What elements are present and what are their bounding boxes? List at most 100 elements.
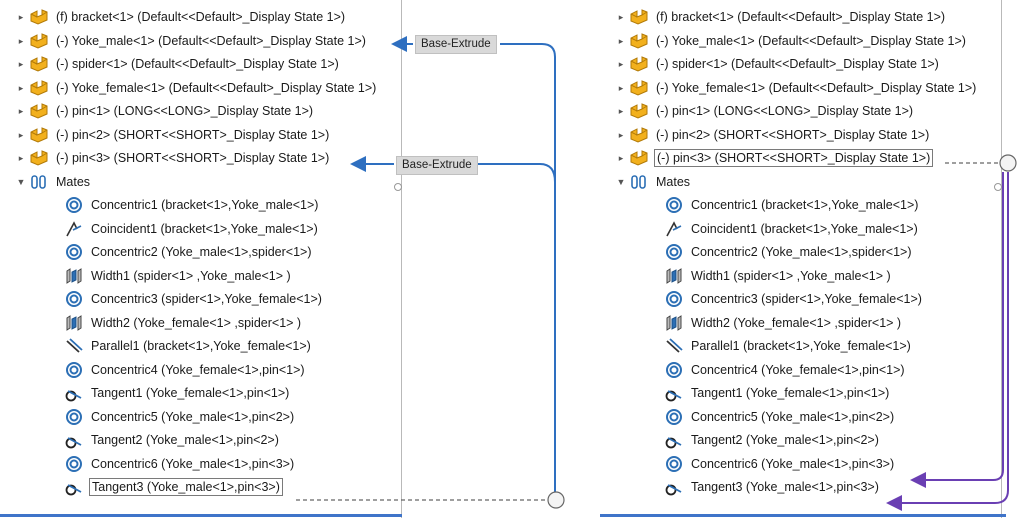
expand-arrow-icon[interactable]: ▸ xyxy=(14,36,28,47)
mate-item[interactable]: Width2 (Yoke_female<1> ,spider<1> ) xyxy=(49,312,303,334)
expand-arrow-icon[interactable]: ▸ xyxy=(14,83,28,94)
mate-item[interactable]: Concentric4 (Yoke_female<1>,pin<1>) xyxy=(49,359,307,381)
component-item[interactable]: ▸ (-) pin<2> (SHORT<<SHORT>_Display State… xyxy=(14,124,331,146)
mate-item[interactable]: Concentric3 (spider<1>,Yoke_female<1>) xyxy=(49,288,324,310)
mate-item[interactable]: Tangent1 (Yoke_female<1>,pin<1>) xyxy=(649,382,891,404)
expand-arrow-icon[interactable]: ▸ xyxy=(614,36,628,47)
scroll-handle[interactable] xyxy=(994,183,1002,191)
mate-item[interactable]: Width2 (Yoke_female<1> ,spider<1> ) xyxy=(649,312,903,334)
part-icon xyxy=(28,102,50,120)
mate-item[interactable]: Parallel1 (bracket<1>,Yoke_female<1>) xyxy=(49,335,313,357)
collapse-arrow-icon[interactable]: ▼ xyxy=(14,177,28,187)
mate-item[interactable]: Coincident1 (bracket<1>,Yoke_male<1>) xyxy=(49,218,320,240)
mate-item[interactable]: Concentric6 (Yoke_male<1>,pin<3>) xyxy=(649,453,896,475)
mate-item[interactable]: Concentric1 (bracket<1>,Yoke_male<1>) xyxy=(649,194,920,216)
part-icon xyxy=(28,32,50,50)
concentric-icon xyxy=(663,455,685,473)
concentric-icon xyxy=(663,361,685,379)
mate-item[interactable]: Concentric2 (Yoke_male<1>,spider<1>) xyxy=(649,241,914,263)
component-item[interactable]: ▸ (-) pin<2> (SHORT<<SHORT>_Display State… xyxy=(614,124,931,146)
folder-icon xyxy=(628,173,650,191)
coincident-icon xyxy=(63,220,85,238)
width-icon xyxy=(63,267,85,285)
tree-item-label: (-) Yoke_male<1> (Default<<Default>_Disp… xyxy=(56,34,366,48)
component-item[interactable]: ▸ (-) pin<3> (SHORT<<SHORT>_Display State… xyxy=(614,147,934,169)
scroll-handle[interactable] xyxy=(394,183,402,191)
tree-item-label: Concentric5 (Yoke_male<1>,pin<2>) xyxy=(691,410,895,424)
collapse-arrow-icon[interactable]: ▼ xyxy=(614,177,628,187)
expand-arrow-icon[interactable]: ▸ xyxy=(14,59,28,70)
component-item[interactable]: ▸ (f) bracket<1> (Default<<Default>_Displ… xyxy=(14,6,347,28)
expand-arrow-icon[interactable]: ▸ xyxy=(614,106,628,117)
tree-item-label: Tangent2 (Yoke_male<1>,pin<2>) xyxy=(91,433,279,447)
mate-item[interactable]: Coincident1 (bracket<1>,Yoke_male<1>) xyxy=(649,218,920,240)
mates-folder[interactable]: ▼ Mates xyxy=(614,171,692,193)
mate-item[interactable]: Concentric2 (Yoke_male<1>,spider<1>) xyxy=(49,241,314,263)
tree-item-label: (-) Yoke_female<1> (Default<<Default>_Di… xyxy=(656,81,977,95)
mate-item[interactable]: Tangent3 (Yoke_male<1>,pin<3>) xyxy=(649,476,881,498)
component-item[interactable]: ▸ (-) pin<1> (LONG<<LONG>_Display State 1… xyxy=(614,100,915,122)
mate-item[interactable]: Concentric5 (Yoke_male<1>,pin<2>) xyxy=(649,406,896,428)
mate-item[interactable]: Concentric5 (Yoke_male<1>,pin<2>) xyxy=(49,406,296,428)
mate-item[interactable]: Concentric4 (Yoke_female<1>,pin<1>) xyxy=(649,359,907,381)
tree-item-label: (-) pin<2> (SHORT<<SHORT>_Display State … xyxy=(656,128,930,142)
mate-item[interactable]: Concentric3 (spider<1>,Yoke_female<1>) xyxy=(649,288,924,310)
part-icon xyxy=(628,79,650,97)
mate-item[interactable]: Width1 (spider<1> ,Yoke_male<1> ) xyxy=(49,265,293,287)
tree-item-label: (-) Yoke_male<1> (Default<<Default>_Disp… xyxy=(656,34,966,48)
expand-arrow-icon[interactable]: ▸ xyxy=(14,106,28,117)
expand-arrow-icon[interactable]: ▸ xyxy=(614,59,628,70)
tree-item-label: Concentric6 (Yoke_male<1>,pin<3>) xyxy=(91,457,295,471)
component-item[interactable]: ▸ (-) Yoke_male<1> (Default<<Default>_Dis… xyxy=(614,30,968,52)
part-icon xyxy=(628,8,650,26)
connector-line xyxy=(478,163,556,183)
tree-item-label: Concentric5 (Yoke_male<1>,pin<2>) xyxy=(91,410,295,424)
expand-arrow-icon[interactable]: ▸ xyxy=(14,12,28,23)
expand-arrow-icon[interactable]: ▸ xyxy=(14,130,28,141)
tree-divider xyxy=(1001,0,1002,518)
component-item[interactable]: ▸ (-) Yoke_male<1> (Default<<Default>_Dis… xyxy=(14,30,368,52)
tree-item-label: Concentric2 (Yoke_male<1>,spider<1>) xyxy=(691,245,912,259)
expand-arrow-icon[interactable]: ▸ xyxy=(614,12,628,23)
component-item[interactable]: ▸ (-) pin<1> (LONG<<LONG>_Display State 1… xyxy=(14,100,315,122)
component-item[interactable]: ▸ (-) pin<3> (SHORT<<SHORT>_Display State… xyxy=(14,147,331,169)
tree-item-label: Width2 (Yoke_female<1> ,spider<1> ) xyxy=(91,316,302,330)
mate-item[interactable]: Concentric6 (Yoke_male<1>,pin<3>) xyxy=(49,453,296,475)
component-item[interactable]: ▸ (-) Yoke_female<1> (Default<<Default>_D… xyxy=(14,77,378,99)
concentric-icon xyxy=(663,196,685,214)
part-icon xyxy=(628,149,650,167)
tree-item-label: (-) pin<1> (LONG<<LONG>_Display State 1>… xyxy=(656,104,914,118)
mate-item[interactable]: Tangent1 (Yoke_female<1>,pin<1>) xyxy=(49,382,291,404)
component-item[interactable]: ▸ (-) spider<1> (Default<<Default>_Displa… xyxy=(614,53,941,75)
component-item[interactable]: ▸ (f) bracket<1> (Default<<Default>_Displ… xyxy=(614,6,947,28)
tangent-icon xyxy=(663,431,685,449)
mate-item[interactable]: Width1 (spider<1> ,Yoke_male<1> ) xyxy=(649,265,893,287)
mate-item[interactable]: Parallel1 (bracket<1>,Yoke_female<1>) xyxy=(649,335,913,357)
tree-item-label: (-) pin<2> (SHORT<<SHORT>_Display State … xyxy=(56,128,330,142)
tree-item-label: (-) pin<1> (LONG<<LONG>_Display State 1>… xyxy=(56,104,314,118)
mate-item[interactable]: Tangent2 (Yoke_male<1>,pin<2>) xyxy=(49,429,281,451)
component-item[interactable]: ▸ (-) Yoke_female<1> (Default<<Default>_D… xyxy=(614,77,978,99)
mate-item[interactable]: Tangent2 (Yoke_male<1>,pin<2>) xyxy=(649,429,881,451)
mate-item[interactable]: Concentric1 (bracket<1>,Yoke_male<1>) xyxy=(49,194,320,216)
tree-item-label: Parallel1 (bracket<1>,Yoke_female<1>) xyxy=(691,339,911,353)
tree-item-label: Tangent1 (Yoke_female<1>,pin<1>) xyxy=(91,386,290,400)
expand-arrow-icon[interactable]: ▸ xyxy=(14,153,28,164)
tree-item-label: Mates xyxy=(656,175,691,189)
mate-item[interactable]: Tangent3 (Yoke_male<1>,pin<3>) xyxy=(49,476,283,498)
concentric-icon xyxy=(63,243,85,261)
expand-arrow-icon[interactable]: ▸ xyxy=(614,130,628,141)
width-icon xyxy=(63,314,85,332)
expand-arrow-icon[interactable]: ▸ xyxy=(614,153,628,164)
tree-item-label: (-) pin<3> (SHORT<<SHORT>_Display State … xyxy=(56,151,330,165)
mates-folder[interactable]: ▼ Mates xyxy=(14,171,92,193)
part-icon xyxy=(28,55,50,73)
part-icon xyxy=(28,79,50,97)
expand-arrow-icon[interactable]: ▸ xyxy=(614,83,628,94)
concentric-icon xyxy=(663,243,685,261)
component-item[interactable]: ▸ (-) spider<1> (Default<<Default>_Displa… xyxy=(14,53,341,75)
part-icon xyxy=(28,126,50,144)
concentric-icon xyxy=(63,196,85,214)
part-icon xyxy=(628,126,650,144)
tree-item-label: Tangent3 (Yoke_male<1>,pin<3>) xyxy=(691,480,879,494)
